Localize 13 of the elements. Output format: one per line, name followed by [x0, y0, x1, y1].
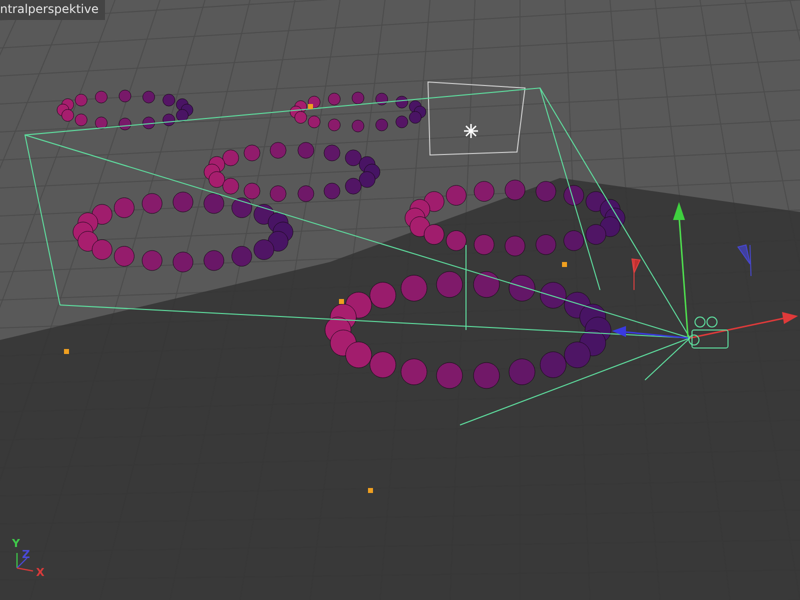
point-marker — [368, 488, 373, 493]
axis-label: Z — [22, 548, 30, 561]
viewport-title: ntralperspektive — [0, 0, 105, 20]
point-marker — [339, 299, 344, 304]
light-icon — [464, 124, 478, 138]
flag-icon — [737, 244, 752, 276]
point-marker — [308, 104, 313, 109]
axis-label: Y — [12, 537, 20, 550]
axis-label: X — [36, 566, 44, 579]
point-marker — [562, 262, 567, 267]
camera-icon — [688, 316, 728, 348]
flag-icon — [631, 258, 641, 290]
point-marker — [64, 349, 69, 354]
